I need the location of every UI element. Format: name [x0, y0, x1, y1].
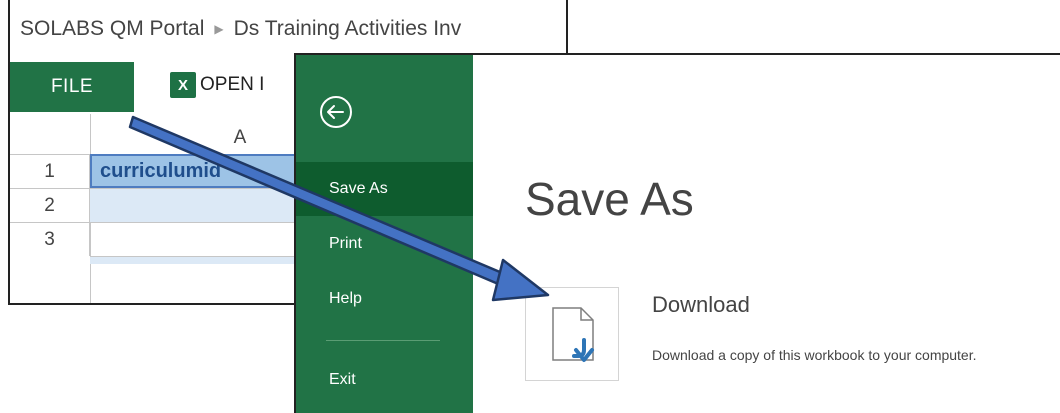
open-in-excel-button[interactable]: X OPEN I: [170, 72, 264, 98]
nav-divider: [326, 340, 440, 341]
row-header[interactable]: 3: [10, 222, 90, 256]
open-in-label: OPEN I: [200, 74, 265, 95]
back-arrow-icon[interactable]: [319, 95, 353, 129]
page-title: Save As: [525, 173, 694, 225]
download-button[interactable]: [525, 287, 619, 381]
breadcrumb-separator-icon: ▶: [214, 22, 224, 36]
file-backstage-window: Save As Print Help Exit Save As Download…: [294, 53, 1060, 413]
row-header[interactable]: 1: [10, 154, 90, 188]
download-description: Download a copy of this workbook to your…: [652, 347, 977, 363]
nav-save-as[interactable]: Save As: [296, 162, 473, 216]
excel-icon: X: [170, 72, 196, 98]
breadcrumb: SOLABS QM Portal ▶ Ds Training Activitie…: [10, 0, 566, 58]
file-tab[interactable]: FILE: [10, 62, 134, 112]
nav-print[interactable]: Print: [296, 217, 473, 271]
nav-help[interactable]: Help: [296, 272, 473, 326]
row-header[interactable]: 2: [10, 188, 90, 222]
download-heading[interactable]: Download: [652, 292, 750, 318]
download-file-icon: [552, 307, 594, 362]
breadcrumb-document[interactable]: Ds Training Activities Inv: [234, 17, 462, 41]
breadcrumb-site[interactable]: SOLABS QM Portal: [20, 17, 204, 41]
nav-exit[interactable]: Exit: [296, 353, 473, 407]
backstage-nav: Save As Print Help Exit: [296, 55, 473, 413]
